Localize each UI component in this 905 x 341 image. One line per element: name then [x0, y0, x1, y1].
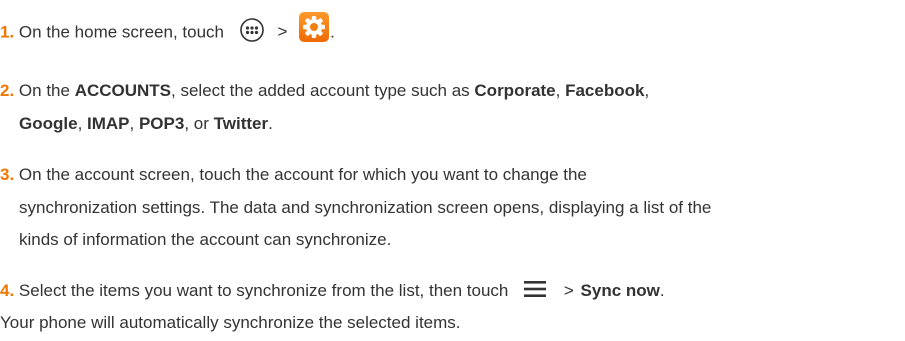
apps-icon — [239, 17, 265, 43]
step-text: , — [129, 114, 139, 133]
account-type-imap: IMAP — [87, 114, 130, 133]
account-type-twitter: Twitter — [213, 114, 269, 133]
step-3: 3. On the account screen, touch the acco… — [0, 164, 587, 186]
footer-note: Your phone will automatically synchroniz… — [0, 312, 461, 334]
step-end: . — [330, 22, 335, 42]
step-text: , — [555, 81, 566, 100]
step-text: On the account screen, touch the account… — [18, 165, 587, 184]
step-number: 2. — [0, 81, 15, 100]
separator: > — [563, 281, 574, 300]
sync-now-label: Sync now — [580, 281, 660, 300]
step-text: . — [268, 114, 273, 133]
step-text: synchronization settings. The data and s… — [19, 198, 712, 217]
footer-text: Your phone will automatically synchroniz… — [0, 313, 461, 332]
step-1: 1. On the home screen, touch > . — [0, 12, 335, 42]
step-2: 2. On the ACCOUNTS, select the added acc… — [0, 80, 649, 102]
step-text: On the home screen, touch — [18, 22, 224, 42]
step-3-line-2: synchronization settings. The data and s… — [19, 197, 711, 219]
accounts-label: ACCOUNTS — [74, 81, 172, 100]
separator: > — [277, 22, 288, 42]
step-number: 3. — [0, 165, 15, 184]
step-3-line-3: kinds of information the account can syn… — [19, 229, 391, 251]
step-2-continued: Google, IMAP, POP3, or Twitter. — [19, 113, 273, 135]
step-text: , — [77, 114, 88, 133]
account-type-corporate: Corporate — [474, 81, 556, 100]
step-text: , or — [184, 114, 214, 133]
menu-icon — [523, 279, 547, 299]
step-text: , select the added account type such as — [171, 81, 475, 100]
step-4: 4. Select the items you want to synchron… — [0, 280, 665, 302]
step-text: Select the items you want to synchronize… — [18, 281, 509, 300]
account-type-google: Google — [19, 114, 78, 133]
step-number: 1. — [0, 22, 15, 42]
step-text: On the — [18, 81, 75, 100]
settings-icon — [298, 11, 330, 43]
account-type-facebook: Facebook — [565, 81, 645, 100]
step-end: . — [659, 281, 665, 300]
step-text: kinds of information the account can syn… — [19, 230, 392, 249]
instructions-document: 1. On the home screen, touch > . 2. On t… — [0, 0, 905, 341]
account-type-pop3: POP3 — [138, 114, 185, 133]
step-text: , — [644, 81, 650, 100]
step-number: 4. — [0, 281, 15, 300]
